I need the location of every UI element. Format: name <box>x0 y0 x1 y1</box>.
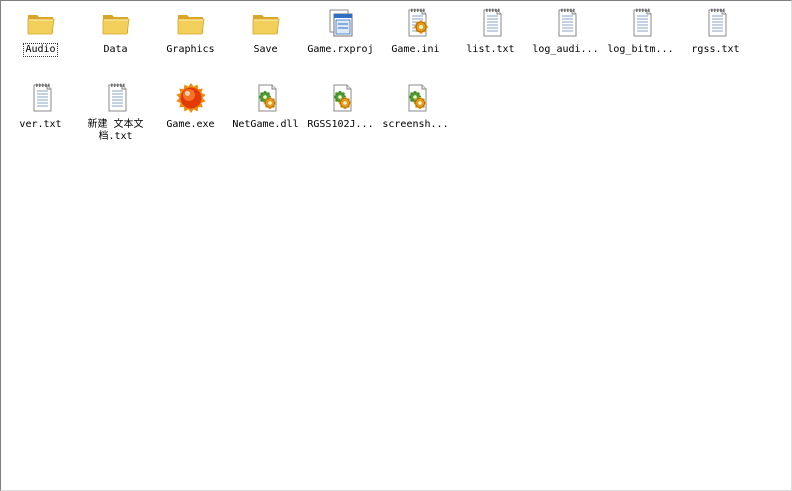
file-item-game-ini[interactable]: Game.ini <box>378 7 453 82</box>
file-item-netgame-dll[interactable]: NetGame.dll <box>228 82 303 157</box>
item-label: Game.ini <box>391 44 440 55</box>
item-label: RGSS102J... <box>307 119 374 130</box>
file-item-log-bitmap[interactable]: log_bitm... <box>603 7 678 82</box>
item-label: Game.exe <box>166 119 215 130</box>
ini-settings-icon <box>400 7 432 39</box>
folder-item-audio[interactable]: Audio <box>3 7 78 82</box>
item-label: 新建 文本文 档.txt <box>87 119 144 142</box>
folder-icon <box>175 7 207 39</box>
file-list-window: Audio Data Graphics Save Game.rxproj Gam… <box>0 0 792 491</box>
folder-icon <box>100 7 132 39</box>
file-item-new-text-document[interactable]: 新建 文本文 档.txt <box>78 82 153 157</box>
item-label: Graphics <box>166 44 215 55</box>
dll-file-icon <box>250 82 282 114</box>
file-item-log-audio[interactable]: log_audi... <box>528 7 603 82</box>
item-label: NetGame.dll <box>232 119 299 130</box>
icon-view: Audio Data Graphics Save Game.rxproj Gam… <box>3 7 753 157</box>
text-document-icon <box>625 7 657 39</box>
item-label: log_audi... <box>532 44 599 55</box>
file-item-ver-txt[interactable]: ver.txt <box>3 82 78 157</box>
item-label: ver.txt <box>19 119 62 130</box>
text-document-icon <box>25 82 57 114</box>
file-item-game-rxproj[interactable]: Game.rxproj <box>303 7 378 82</box>
text-document-icon <box>475 7 507 39</box>
folder-item-data[interactable]: Data <box>78 7 153 82</box>
text-document-icon <box>700 7 732 39</box>
item-label: screensh... <box>382 119 449 130</box>
folder-icon <box>25 7 57 39</box>
file-item-rgss102j[interactable]: RGSS102J... <box>303 82 378 157</box>
item-label: Save <box>253 44 278 55</box>
text-document-icon <box>550 7 582 39</box>
item-label: Game.rxproj <box>307 44 374 55</box>
project-file-icon <box>325 7 357 39</box>
item-label: Audio <box>23 43 58 57</box>
item-label: rgss.txt <box>691 44 740 55</box>
file-item-game-exe[interactable]: Game.exe <box>153 82 228 157</box>
folder-item-graphics[interactable]: Graphics <box>153 7 228 82</box>
item-label: log_bitm... <box>607 44 674 55</box>
file-item-screenshot[interactable]: screensh... <box>378 82 453 157</box>
file-item-rgss-txt[interactable]: rgss.txt <box>678 7 753 82</box>
game-exe-icon <box>175 82 207 114</box>
item-label: Data <box>103 44 128 55</box>
folder-item-save[interactable]: Save <box>228 7 303 82</box>
text-document-icon <box>100 82 132 114</box>
folder-icon <box>250 7 282 39</box>
item-label: list.txt <box>466 44 515 55</box>
dll-file-icon <box>400 82 432 114</box>
dll-file-icon <box>325 82 357 114</box>
file-item-list-txt[interactable]: list.txt <box>453 7 528 82</box>
